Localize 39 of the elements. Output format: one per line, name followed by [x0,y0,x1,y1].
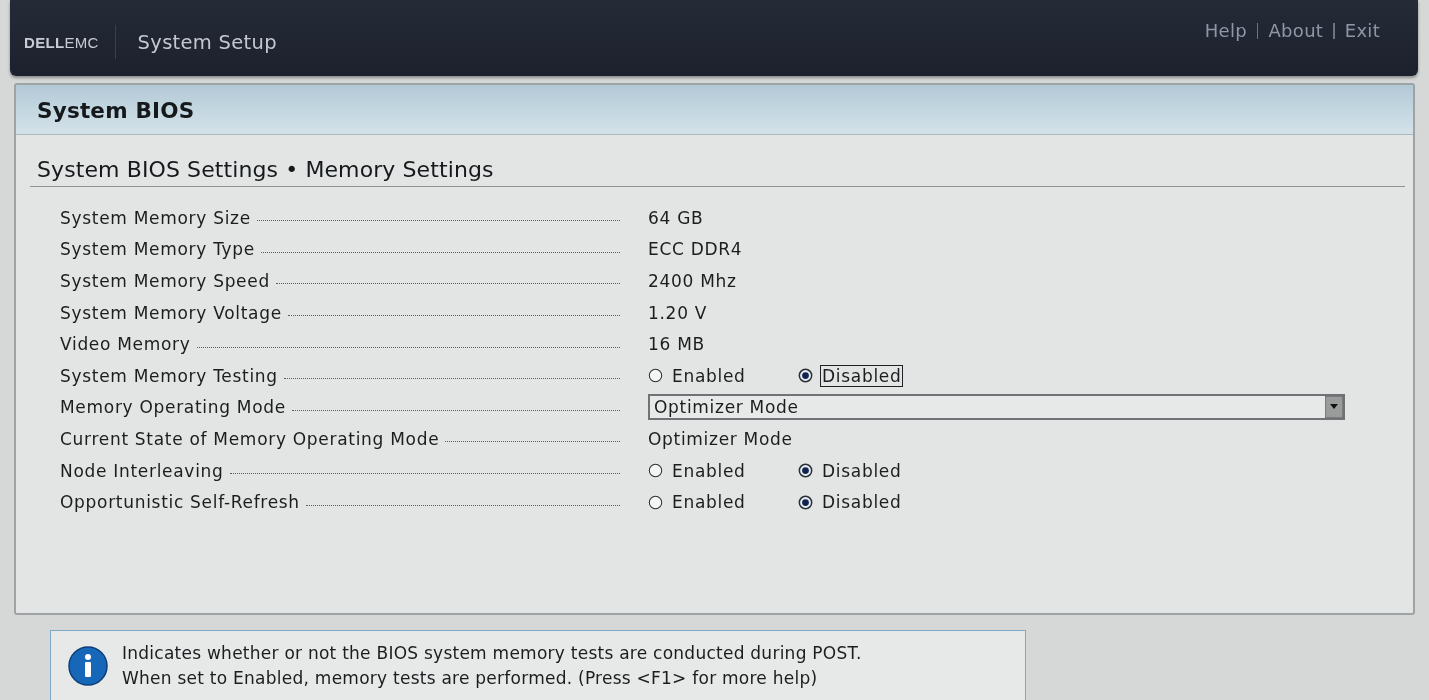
setting-label: Video Memory [60,334,192,355]
setting-label: System Memory Type [60,239,256,260]
app-title: System Setup [137,30,277,54]
dropdown[interactable]: Optimizer Mode [648,394,1345,421]
option-label[interactable]: Enabled [670,491,748,514]
info-icon [68,645,108,686]
nav-link[interactable]: Exit [1344,19,1380,41]
setting-label: System Memory Voltage [60,302,283,323]
radio-button[interactable] [648,494,663,510]
option-label[interactable]: Disabled [820,459,904,482]
caret-icon [1325,396,1343,419]
radio-button[interactable] [648,368,663,384]
setting-label: System Memory Testing [60,365,279,386]
panel-title: System BIOS [37,98,195,123]
option-label[interactable]: Disabled [820,491,904,514]
radio-button[interactable] [798,463,813,479]
option-label[interactable]: Enabled [670,364,748,387]
setting-label: System Memory Size [60,207,252,228]
radio-button[interactable] [648,463,663,479]
help-text: Indicates whether or not the BIOS system memory tests are conducted during POST. When set to Enabled, memory tests are performed. (Press <F1> for more help) [122,641,862,690]
setting-value: 1.20 V [648,302,708,323]
option-label[interactable]: Disabled [820,364,904,387]
setting-label: System Memory Speed [60,271,271,291]
setting-label: Opportunistic Self-Refresh [60,492,301,513]
option-label[interactable]: Enabled [670,459,748,482]
setting-value: Optimizer Mode [648,428,793,449]
setting-value: 64 GB [648,207,704,228]
section-heading: System BIOS Settings • Memory Settings [37,157,494,182]
setting-label: Current State of Memory Operating Mode [60,428,441,449]
setting-value: 2400 Mhz [648,271,737,291]
brand-logo: DELLEMC [24,33,99,51]
nav-link[interactable]: About [1268,19,1324,41]
nav-link[interactable]: Help [1204,19,1247,41]
setting-label: Memory Operating Mode [60,397,287,418]
setting-value: 16 MB [648,334,705,355]
radio-button[interactable] [798,368,813,384]
setting-value: ECC DDR4 [648,239,743,260]
radio-button[interactable] [798,494,813,510]
setting-label: Node Interleaving [60,460,225,481]
